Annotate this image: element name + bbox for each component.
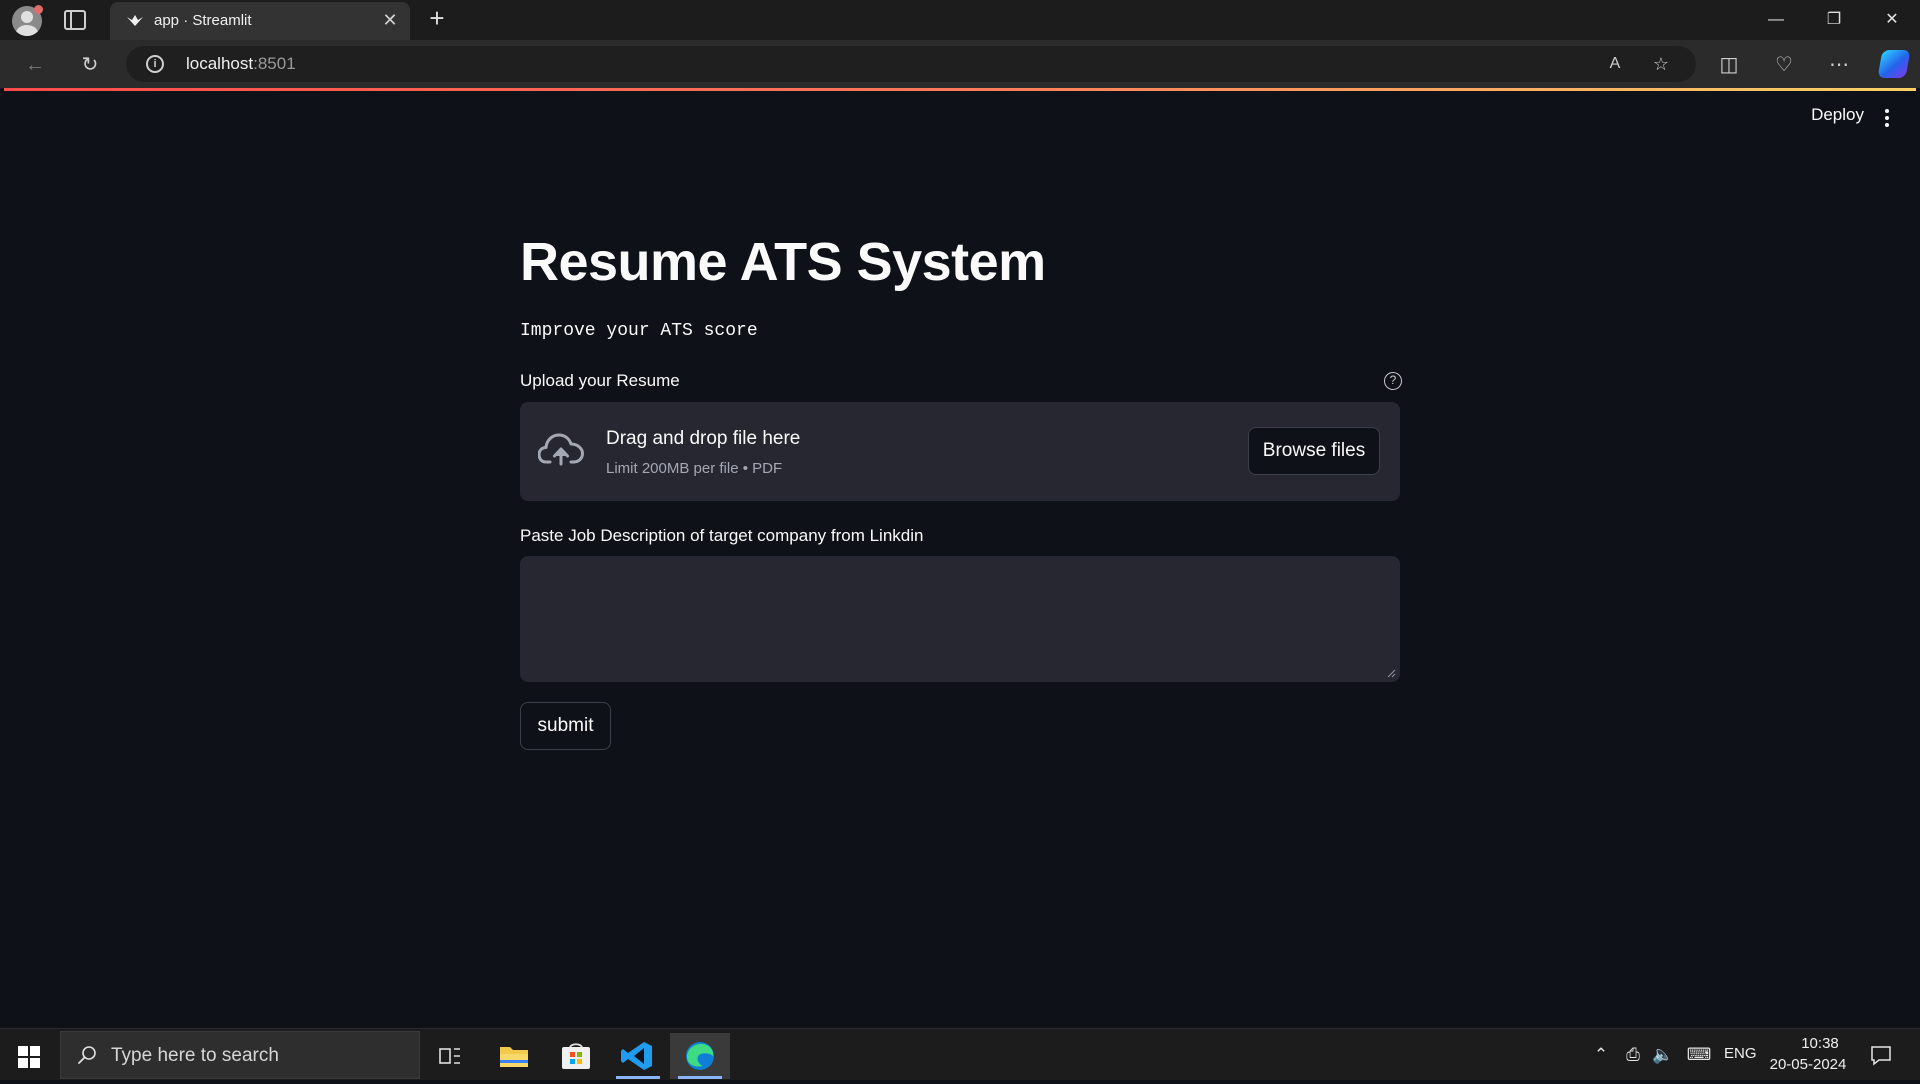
dropzone-title: Drag and drop file here (606, 428, 801, 449)
minimize-window-icon[interactable]: — (1756, 4, 1796, 36)
notifications-icon[interactable] (1868, 1044, 1894, 1066)
job-description-label: Paste Job Description of target company … (520, 526, 924, 545)
refresh-icon[interactable]: ↻ (75, 50, 105, 80)
search-icon (78, 1046, 96, 1064)
streamlit-favicon-icon (127, 15, 143, 26)
tab-actions-icon[interactable] (64, 10, 86, 30)
input-language[interactable]: ENG (1724, 1045, 1757, 1062)
cloud-upload-icon (538, 433, 584, 466)
meet-now-icon[interactable]: ⎙ (1622, 1044, 1644, 1066)
favorite-star-icon[interactable]: ☆ (1650, 53, 1672, 75)
show-hidden-icons-chevron-up-icon[interactable]: ⌃ (1590, 1044, 1612, 1066)
browser-chrome: app · Streamlit ✕ + — ❐ ✕ ← ↻ i localhos… (0, 0, 1920, 88)
browser-tab-active[interactable]: app · Streamlit ✕ (110, 2, 410, 40)
deploy-button[interactable]: Deploy (1811, 105, 1864, 125)
dropzone-limit: Limit 200MB per file • PDF (606, 460, 783, 477)
tab-strip: app · Streamlit ✕ + — ❐ ✕ (0, 0, 1920, 40)
touch-keyboard-icon[interactable]: ⌨ (1684, 1044, 1714, 1066)
split-screen-icon[interactable]: ◫ (1714, 50, 1744, 80)
new-tab-button[interactable]: + (424, 5, 450, 32)
back-icon[interactable]: ← (20, 50, 50, 80)
browser-essentials-icon[interactable]: ♡ (1769, 50, 1799, 80)
tab-close-icon[interactable]: ✕ (380, 10, 400, 30)
address-host: localhost (186, 54, 254, 73)
restore-window-icon[interactable]: ❐ (1814, 4, 1854, 36)
page-subtitle: Improve your ATS score (520, 321, 758, 341)
copilot-icon[interactable] (1877, 50, 1911, 78)
address-port: :8501 (253, 54, 296, 73)
streamlit-app: Deploy Resume ATS System Improve your AT… (4, 91, 1916, 1025)
read-aloud-icon[interactable]: A (1604, 53, 1626, 75)
browse-files-button[interactable]: Browse files (1248, 427, 1380, 475)
submit-button[interactable]: submit (520, 702, 611, 750)
volume-icon[interactable]: 🔈 (1652, 1044, 1674, 1066)
clock-date[interactable]: 20-05-2024 (1766, 1056, 1850, 1073)
more-options-icon[interactable]: ⋯ (1824, 50, 1854, 80)
help-icon[interactable]: ? (1384, 372, 1402, 390)
edge-browser-icon[interactable] (670, 1033, 730, 1079)
browser-toolbar: ← ↻ i localhost:8501 A ☆ ◫ ♡ ⋯ (0, 40, 1920, 88)
file-explorer-icon[interactable] (484, 1033, 544, 1079)
microsoft-store-icon[interactable] (546, 1033, 606, 1079)
close-window-icon[interactable]: ✕ (1872, 4, 1912, 36)
site-info-icon[interactable]: i (146, 55, 164, 73)
vscode-open-indicator (616, 1076, 660, 1079)
clock-time[interactable]: 10:38 (1790, 1035, 1850, 1052)
taskbar-search-box[interactable]: Type here to search (60, 1031, 420, 1079)
windows-taskbar: Type here to search ⌃ ⎙ 🔈 ⌨ ENG 10:38 20… (0, 1028, 1920, 1080)
main-menu-icon[interactable] (1884, 109, 1890, 129)
profile-notification-dot (34, 5, 43, 14)
tab-title: app · Streamlit (154, 12, 252, 29)
address-url[interactable]: localhost:8501 (186, 54, 296, 74)
task-view-icon[interactable] (420, 1033, 480, 1079)
file-dropzone[interactable]: Drag and drop file here Limit 200MB per … (520, 402, 1400, 501)
taskbar-search-placeholder: Type here to search (111, 1045, 279, 1066)
textarea-resize-grip-icon[interactable] (1386, 668, 1396, 678)
edge-active-indicator (678, 1076, 722, 1079)
address-bar[interactable]: i localhost:8501 A ☆ (126, 46, 1696, 82)
vscode-icon[interactable] (608, 1033, 668, 1079)
job-description-textarea[interactable] (520, 556, 1400, 682)
windows-start-icon[interactable] (18, 1046, 40, 1068)
upload-label: Upload your Resume (520, 371, 680, 390)
page-title: Resume ATS System (520, 232, 1046, 292)
